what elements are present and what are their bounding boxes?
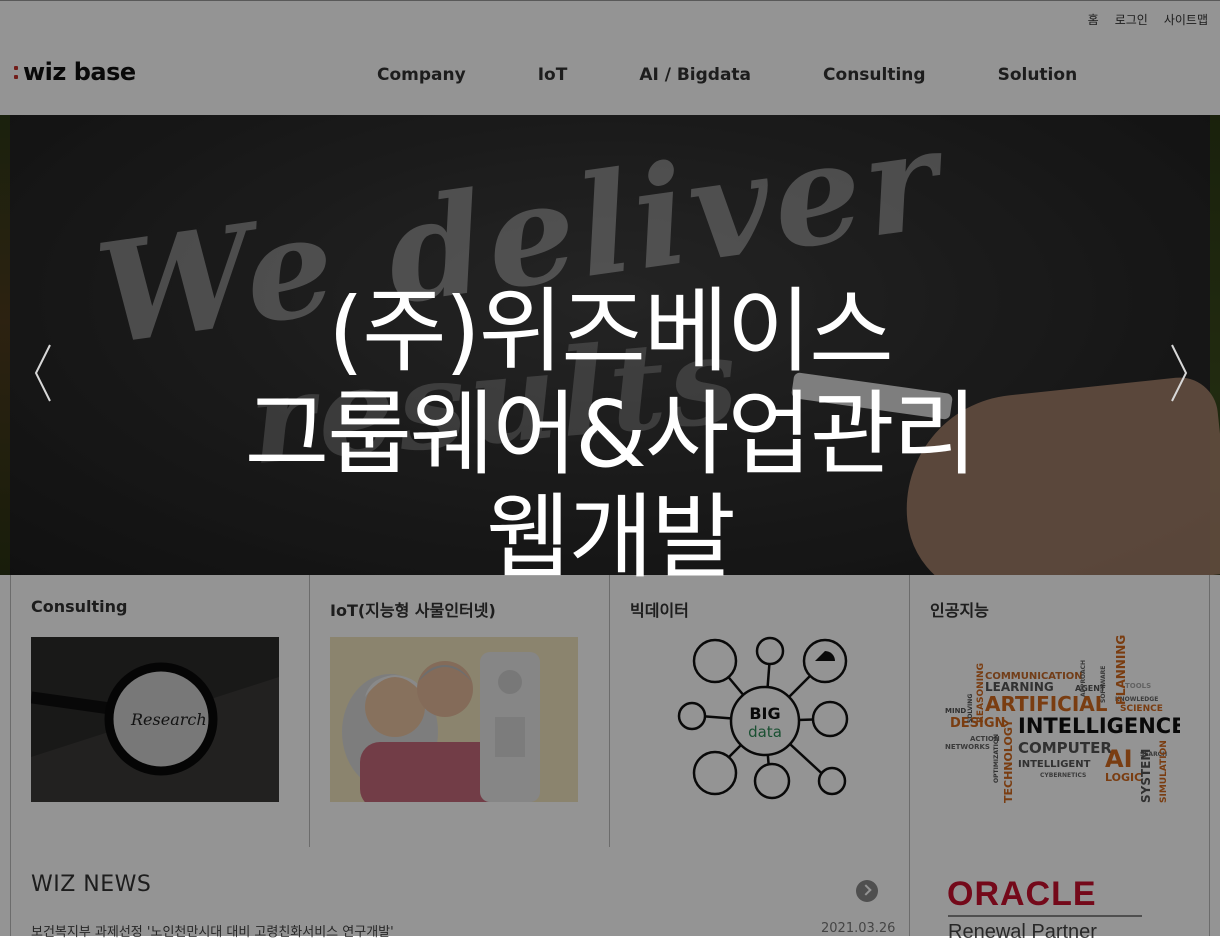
nav-consulting[interactable]: Consulting (823, 65, 926, 85)
svg-text:NETWORKS: NETWORKS (945, 743, 990, 751)
bigdata-diagram: BIG data (670, 631, 860, 811)
svg-text:SYSTEM: SYSTEM (1139, 749, 1153, 803)
svg-text:REASONING: REASONING (976, 663, 986, 723)
svg-text:TOOLS: TOOLS (1125, 682, 1151, 690)
card-consulting[interactable]: Consulting Research (10, 575, 310, 847)
hero-title: (주)위즈베이스 그룹웨어&사업관리 웹개발 (0, 280, 1220, 589)
svg-text:TECHNOLOGY: TECHNOLOGY (1002, 718, 1015, 803)
card-bigdata[interactable]: 빅데이터 BIG data (610, 575, 910, 847)
magnifier-image: Research (31, 637, 279, 802)
svg-text:BIG: BIG (749, 704, 780, 723)
card-title: 빅데이터 (630, 601, 689, 620)
oracle-logo: ORACLE (947, 875, 1097, 913)
news-item[interactable]: 보건복지부 과제선정 '노인천만시대 대비 고령친화서비스 연구개발' (31, 921, 394, 940)
card-title: Consulting (31, 597, 128, 616)
svg-text:SOLVING: SOLVING (967, 694, 974, 723)
nav-iot[interactable]: IoT (538, 65, 568, 85)
card-title: 인공지능 (930, 601, 989, 620)
svg-text:CYBERNETICS: CYBERNETICS (1040, 772, 1086, 779)
nav-ai-bigdata[interactable]: AI / Bigdata (639, 65, 751, 85)
arrow-left-icon[interactable] (32, 343, 56, 403)
svg-text:ARTIFICIAL: ARTIFICIAL (985, 692, 1108, 716)
svg-text:LOGIC: LOGIC (1105, 771, 1142, 784)
news-section: WIZ NEWS 보건복지부 과제선정 '노인천만시대 대비 고령친화서비스 연… (10, 847, 910, 940)
utility-links: 홈 로그인 사이트맵 (1088, 11, 1208, 28)
nav-solution[interactable]: Solution (998, 65, 1078, 85)
login-link[interactable]: 로그인 (1115, 11, 1148, 28)
svg-text:APPROACH: APPROACH (1080, 660, 1087, 697)
magnifier-word: Research (130, 710, 207, 729)
home-link[interactable]: 홈 (1088, 11, 1099, 28)
svg-text:OPTIMIZATION: OPTIMIZATION (993, 734, 1000, 783)
news-date: 2021.03.26 (821, 921, 896, 936)
svg-text:SOFTWARE: SOFTWARE (1100, 666, 1107, 703)
svg-text:MIND: MIND (945, 707, 966, 715)
hero-line-2: 그룹웨어&사업관리 (244, 381, 978, 488)
logo-mark-icon (14, 65, 18, 79)
svg-text:SIMULATION: SIMULATION (1159, 740, 1169, 803)
news-title: WIZ NEWS (31, 872, 152, 897)
seniors-photo (330, 637, 578, 802)
svg-text:COMPUTER: COMPUTER (1018, 739, 1112, 757)
logo-text: wiz base (23, 58, 136, 86)
site-header: 홈 로그인 사이트맵 wiz base Company IoT AI / Big… (0, 0, 1220, 115)
nav-company[interactable]: Company (377, 65, 466, 85)
divider (948, 915, 1142, 917)
ai-wordcloud: COMMUNICATION LEARNING AGENT ARTIFICIAL … (940, 633, 1180, 813)
oracle-partner-badge[interactable]: ORACLE Renewal Partner (910, 847, 1210, 943)
oracle-sub: Renewal Partner (948, 921, 1097, 943)
svg-text:PLANNING: PLANNING (1114, 635, 1128, 705)
svg-text:data: data (748, 723, 782, 741)
card-title: IoT(지능형 사물인터넷) (330, 601, 496, 620)
sitemap-link[interactable]: 사이트맵 (1164, 11, 1208, 28)
main-nav: Company IoT AI / Bigdata Consulting Solu… (377, 65, 1077, 85)
card-ai[interactable]: 인공지능 COMMUNICATION LEARNING AGENT ARTIFI… (910, 575, 1210, 847)
hero-line-3: 웹개발 (486, 484, 736, 591)
service-cards: Consulting Research IoT(지능형 사물인터넷) 빅데이터 … (10, 575, 1210, 847)
hero-line-1: (주)위즈베이스 (328, 278, 894, 385)
logo[interactable]: wiz base (14, 58, 136, 86)
arrow-right-icon[interactable] (1166, 343, 1190, 403)
card-iot[interactable]: IoT(지능형 사물인터넷) (310, 575, 610, 847)
svg-text:AI: AI (1105, 745, 1133, 773)
svg-text:INTELLIGENCE: INTELLIGENCE (1018, 714, 1180, 738)
svg-text:INTELLIGENT: INTELLIGENT (1018, 759, 1091, 770)
news-more-icon[interactable] (856, 880, 878, 902)
